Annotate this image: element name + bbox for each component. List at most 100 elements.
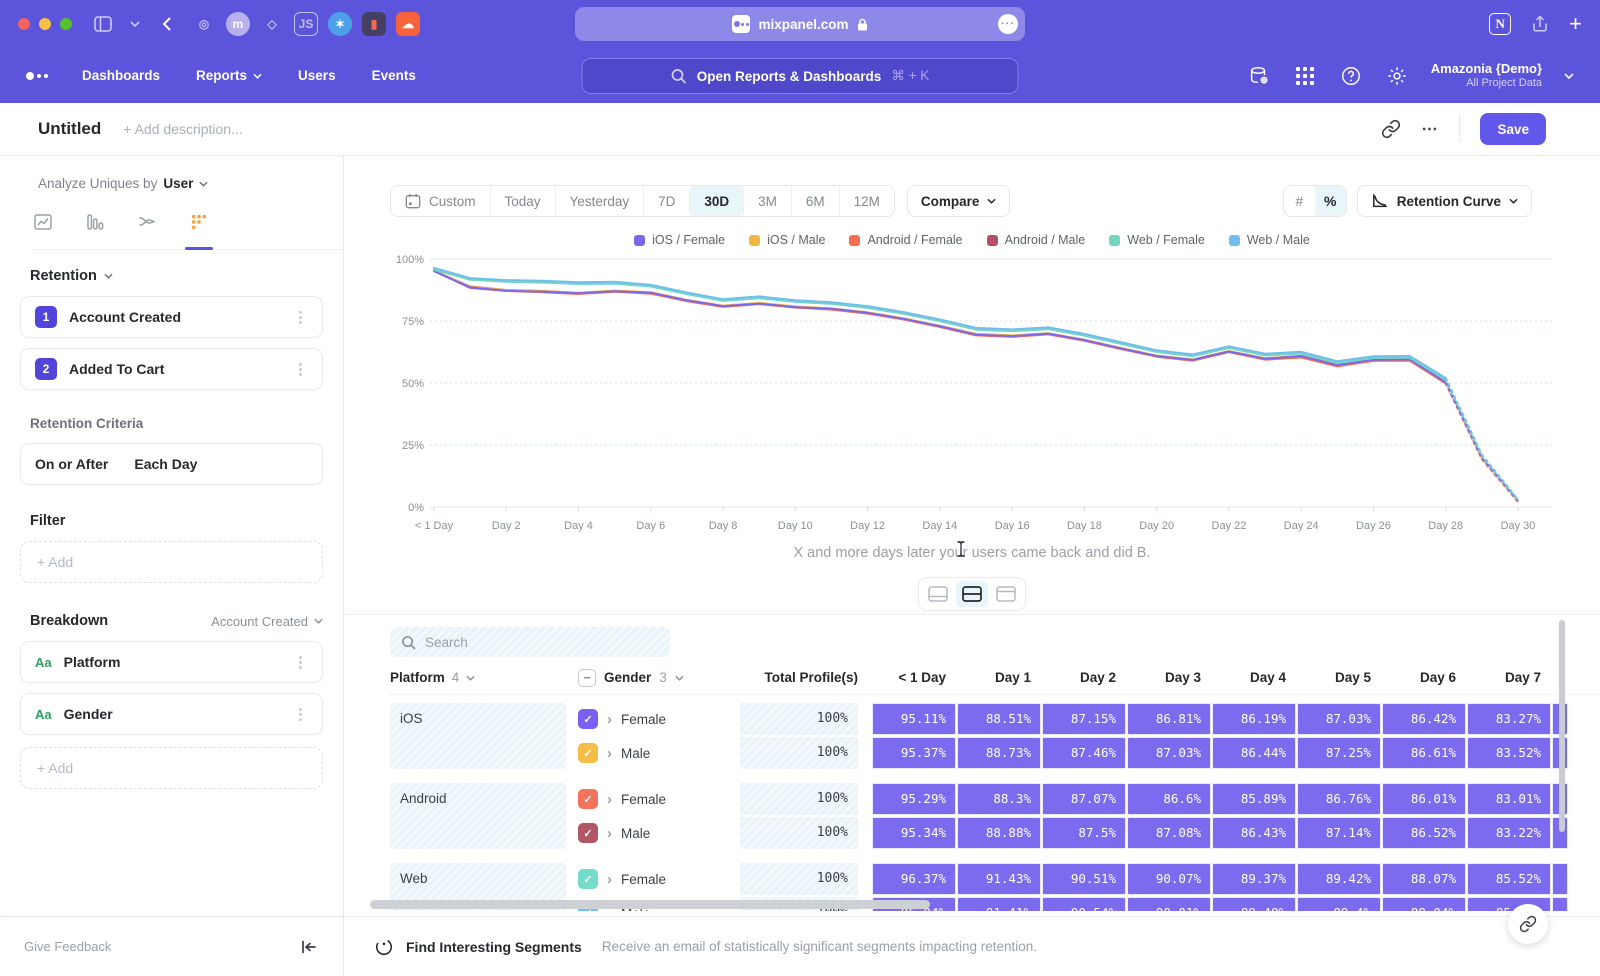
retention-value-cell[interactable]: 87.03% [1297, 703, 1381, 735]
close-window-button[interactable] [18, 18, 30, 30]
retention-value-cell[interactable]: 95.37% [872, 737, 956, 769]
column-header-day[interactable]: Day 1 [957, 670, 1042, 685]
kebab-menu-icon[interactable]: ⋮ [293, 705, 308, 723]
retention-value-cell[interactable]: 87.46% [1042, 737, 1126, 769]
retention-value-cell[interactable]: 95.29% [872, 783, 956, 815]
retention-value-cell[interactable]: 83.52% [1467, 737, 1551, 769]
retention-section-heading[interactable]: Retention [30, 268, 343, 284]
breakdown-property-platform[interactable]: Aa Platform ⋮ [20, 641, 323, 683]
kebab-menu-icon[interactable]: ⋮ [293, 308, 308, 326]
range-30d[interactable]: 30D [689, 186, 743, 216]
legend-item[interactable]: Web / Male [1229, 233, 1310, 247]
retention-value-cell[interactable]: 87.5% [1042, 817, 1126, 849]
chevron-right-icon[interactable]: › [607, 825, 612, 842]
chevron-right-icon[interactable]: › [607, 791, 612, 808]
range-3m[interactable]: 3M [743, 186, 791, 216]
extensions-bubble-icon[interactable]: ··· [998, 14, 1018, 34]
retention-value-cell[interactable]: 89.42% [1297, 863, 1381, 895]
segments-title[interactable]: Find Interesting Segments [406, 939, 582, 955]
nav-users[interactable]: Users [298, 68, 336, 83]
gender-cell[interactable]: ✓›Male [578, 817, 728, 849]
select-all-checkbox-indeterminate[interactable]: − [578, 669, 596, 687]
column-header-day[interactable]: Day 7 [1467, 670, 1552, 685]
column-header-day[interactable]: Day 3 [1127, 670, 1212, 685]
layout-table-only-button[interactable] [990, 581, 1022, 607]
retention-value-cell[interactable]: 90.01% [1127, 897, 1211, 911]
percent-toggle[interactable]: % [1315, 186, 1346, 216]
retention-value-cell[interactable]: 89.37% [1212, 863, 1296, 895]
retention-value-cell[interactable]: 86.52% [1382, 817, 1466, 849]
column-header-day[interactable]: Day 2 [1042, 670, 1127, 685]
legend-item[interactable]: Android / Female [849, 233, 962, 247]
legend-item[interactable]: Web / Female [1109, 233, 1205, 247]
retention-value-cell[interactable]: 88.73% [957, 737, 1041, 769]
tab-insights[interactable] [32, 211, 54, 233]
retention-value-cell[interactable]: 95.11% [872, 703, 956, 735]
retention-value-cell[interactable]: 88.3% [957, 783, 1041, 815]
retention-value-cell[interactable]: 89.48% [1212, 897, 1296, 911]
chevron-right-icon[interactable]: › [607, 871, 612, 888]
more-options-icon[interactable]: ⋯ [1421, 119, 1439, 139]
breakdown-on-dropdown[interactable]: Account Created [211, 614, 323, 629]
legend-item[interactable]: iOS / Male [749, 233, 825, 247]
retention-value-cell[interactable]: 90.07% [1127, 863, 1211, 895]
retention-step-1[interactable]: 1 Account Created ⋮ [20, 296, 323, 338]
minimize-window-button[interactable] [39, 18, 51, 30]
retention-value-cell[interactable]: 87.15% [1042, 703, 1126, 735]
chevron-right-icon[interactable]: › [607, 745, 612, 762]
retention-value-cell[interactable]: 87.03% [1127, 737, 1211, 769]
analyze-entity[interactable]: User [163, 176, 193, 191]
chevron-right-icon[interactable]: › [607, 711, 612, 728]
horizontal-scrollbar[interactable] [370, 900, 930, 909]
project-switcher[interactable]: Amazonia {Demo} All Project Data [1431, 61, 1542, 91]
retention-value-cell[interactable]: 88.51% [957, 703, 1041, 735]
retention-value-cell[interactable]: 83.01% [1467, 783, 1551, 815]
checkbox-checked-icon[interactable]: ✓ [578, 743, 598, 763]
gender-cell[interactable]: ✓›Female [578, 783, 728, 815]
retention-value-cell[interactable]: 96.37% [872, 863, 956, 895]
retention-value-cell[interactable]: 88.07% [1382, 863, 1466, 895]
retention-value-cell[interactable]: 87.08% [1127, 817, 1211, 849]
retention-value-cell[interactable]: 86.6% [1127, 783, 1211, 815]
gender-cell[interactable]: ✓›Female [578, 703, 728, 735]
apps-grid-icon[interactable] [1293, 64, 1317, 88]
range-12m[interactable]: 12M [839, 186, 894, 216]
password-extension[interactable]: ▮ [362, 12, 386, 36]
retention-value-cell[interactable]: 87.07% [1042, 783, 1126, 815]
column-header-day[interactable]: Day 6 [1382, 670, 1467, 685]
table-search[interactable] [390, 627, 670, 657]
analyze-uniques-row[interactable]: Analyze Uniques by User [38, 176, 343, 191]
checkbox-checked-icon[interactable]: ✓ [578, 709, 598, 729]
retention-value-cell[interactable]: 83.27% [1467, 703, 1551, 735]
add-filter-button[interactable]: + Add [20, 541, 323, 583]
retention-value-cell[interactable]: 86.61% [1382, 737, 1466, 769]
chevron-down-icon[interactable] [122, 11, 148, 37]
checkbox-checked-icon[interactable]: ✓ [578, 869, 598, 889]
legend-item[interactable]: Android / Male [987, 233, 1086, 247]
retention-value-cell[interactable]: 86.76% [1297, 783, 1381, 815]
retention-value-cell[interactable]: 87.14% [1297, 817, 1381, 849]
column-header-gender[interactable]: − Gender 3 [578, 669, 740, 687]
criteria-mode[interactable]: On or After [35, 456, 108, 472]
range-7d[interactable]: 7D [643, 186, 689, 216]
tab-funnels[interactable] [84, 211, 106, 233]
retention-value-cell[interactable]: 86.44% [1212, 737, 1296, 769]
add-breakdown-button[interactable]: + Add [20, 747, 323, 789]
chart-type-dropdown[interactable]: Retention Curve [1357, 185, 1532, 217]
retention-step-2[interactable]: 2 Added To Cart ⋮ [20, 348, 323, 390]
sidebar-toggle-icon[interactable] [90, 11, 116, 37]
column-header-platform[interactable]: Platform 4 [390, 670, 578, 685]
mixpanel-logo[interactable] [26, 72, 48, 80]
range-yesterday[interactable]: Yesterday [555, 186, 644, 216]
retention-value-cell[interactable]: 86.01% [1382, 783, 1466, 815]
breakdown-property-gender[interactable]: Aa Gender ⋮ [20, 693, 323, 735]
address-bar[interactable]: mixpanel.com ··· [575, 7, 1025, 41]
retention-value-cell[interactable]: 90.51% [1042, 863, 1126, 895]
retention-value-cell[interactable]: 86.43% [1212, 817, 1296, 849]
save-button[interactable]: Save [1480, 113, 1546, 145]
nav-reports[interactable]: Reports [196, 68, 262, 83]
checkbox-checked-icon[interactable]: ✓ [578, 789, 598, 809]
retention-value-cell[interactable]: 86.42% [1382, 703, 1466, 735]
kebab-menu-icon[interactable]: ⋮ [293, 653, 308, 671]
legend-item[interactable]: iOS / Female [634, 233, 725, 247]
